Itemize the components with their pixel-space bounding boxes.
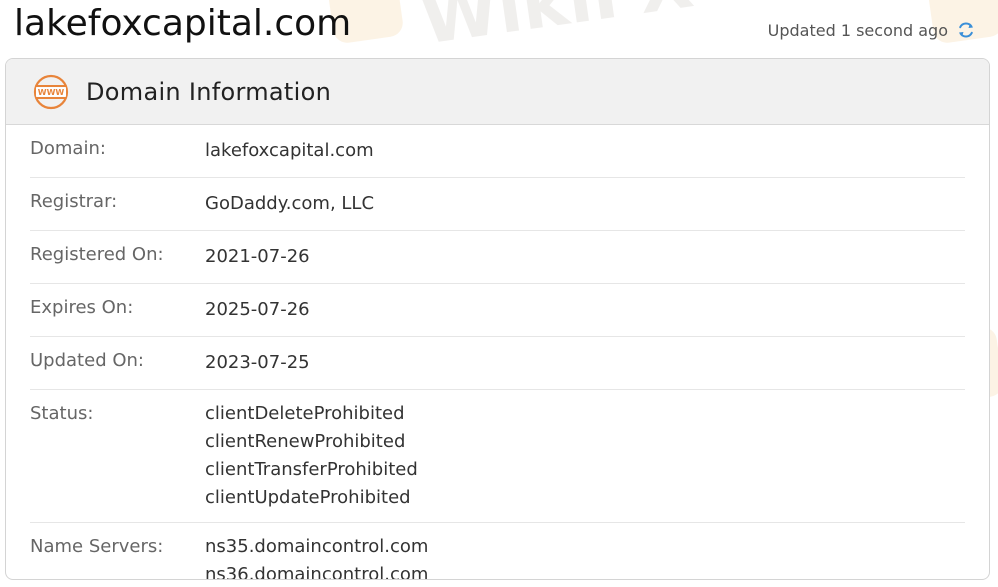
value-line: ns35.domaincontrol.com: [205, 536, 429, 557]
row-label: Updated On:: [30, 350, 144, 371]
row-value: ns35.domaincontrol.com ns36.domaincontro…: [205, 533, 429, 580]
info-rows: Domain: lakefoxcapital.com Registrar: Go…: [6, 125, 989, 580]
www-icon: WWW: [32, 73, 70, 111]
row-name-servers: Name Servers: ns35.domaincontrol.com ns3…: [30, 523, 965, 580]
page-title: lakefoxcapital.com: [14, 3, 352, 44]
row-label: Expires On:: [30, 297, 134, 318]
row-value: 2021-07-26: [205, 243, 310, 271]
value-line: clientRenewProhibited: [205, 431, 406, 452]
row-label: Name Servers:: [30, 536, 164, 557]
card-header: WWW Domain Information: [6, 59, 989, 125]
refresh-icon[interactable]: [956, 20, 976, 40]
value-line: 2025-07-26: [205, 299, 310, 320]
updated-text: Updated 1 second ago: [767, 20, 948, 40]
value-line: clientUpdateProhibited: [205, 487, 411, 508]
row-value: lakefoxcapital.com: [205, 137, 374, 165]
row-value: 2025-07-26: [205, 296, 310, 324]
svg-text:WWW: WWW: [38, 88, 65, 97]
value-line: 2021-07-26: [205, 246, 310, 267]
row-value: GoDaddy.com, LLC: [205, 190, 374, 218]
row-updated-on: Updated On: 2023-07-25: [30, 337, 965, 390]
value-line: GoDaddy.com, LLC: [205, 193, 375, 214]
value-line: clientDeleteProhibited: [205, 403, 405, 424]
updated-status: Updated 1 second ago: [768, 20, 976, 40]
card-title: Domain Information: [86, 77, 332, 106]
row-status: Status: clientDeleteProhibited clientRen…: [30, 390, 965, 523]
row-label: Domain:: [30, 138, 106, 159]
value-line: clientTransferProhibited: [205, 459, 418, 480]
row-registrar: Registrar: GoDaddy.com, LLC: [30, 178, 965, 231]
watermark-text: WikiFX: [415, 0, 698, 61]
value-line: lakefoxcapital.com: [205, 140, 374, 161]
value-line: 2023-07-25: [205, 352, 310, 373]
row-label: Registered On:: [30, 244, 164, 265]
row-domain: Domain: lakefoxcapital.com: [30, 125, 965, 178]
domain-info-card: WWW Domain Information Domain: lakefoxca…: [5, 58, 990, 580]
row-value: 2023-07-25: [205, 349, 310, 377]
row-label: Status:: [30, 403, 94, 424]
row-registered-on: Registered On: 2021-07-26: [30, 231, 965, 284]
row-expires-on: Expires On: 2025-07-26: [30, 284, 965, 337]
row-label: Registrar:: [30, 191, 118, 212]
value-line: ns36.domaincontrol.com: [205, 564, 429, 580]
row-value: clientDeleteProhibited clientRenewProhib…: [205, 400, 418, 512]
